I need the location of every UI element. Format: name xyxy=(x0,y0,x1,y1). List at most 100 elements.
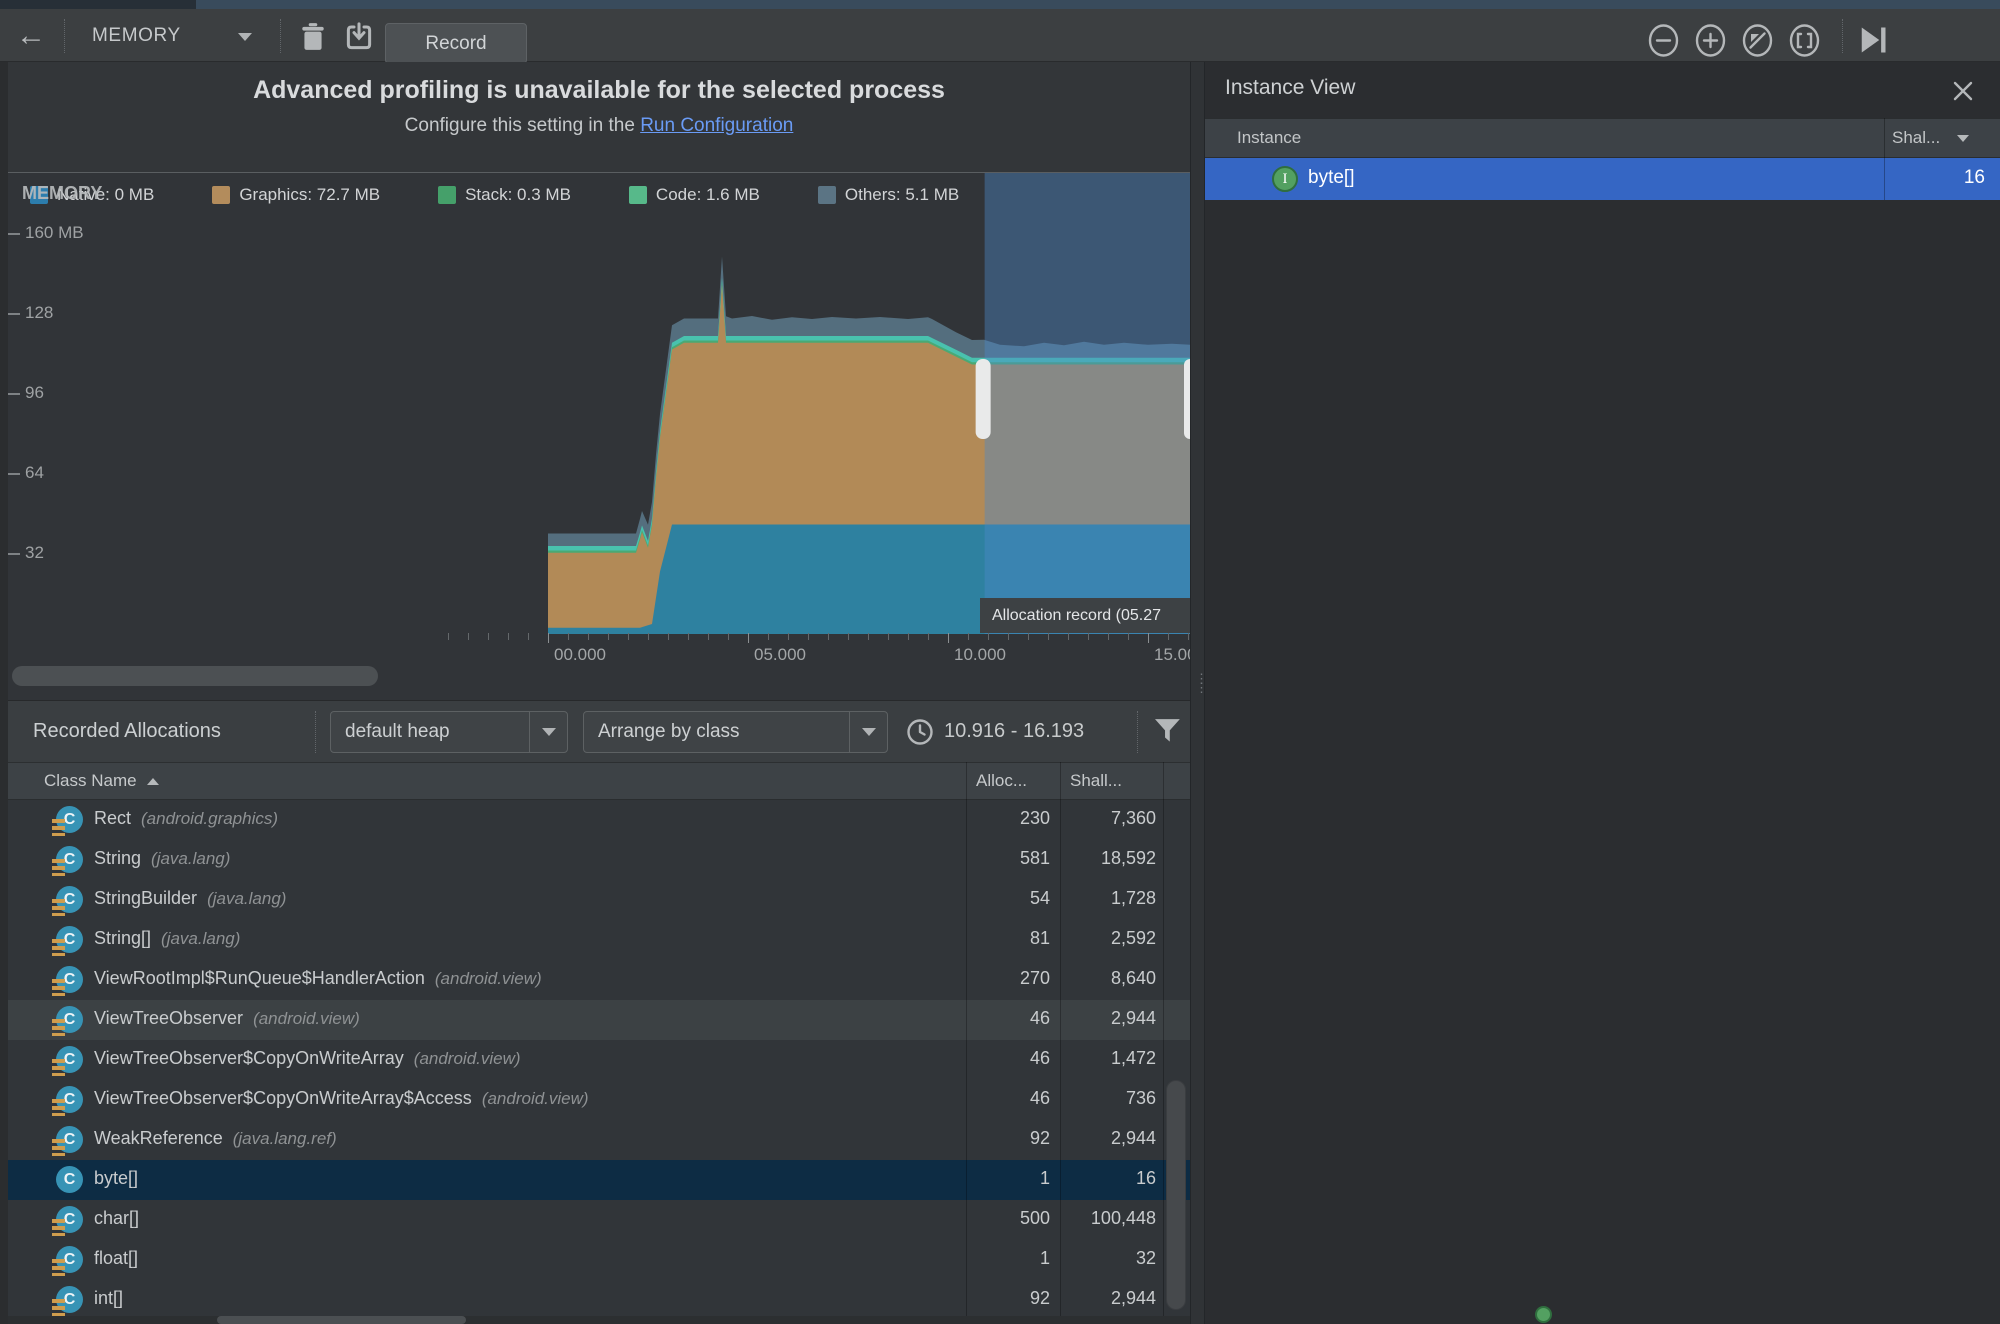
legend-item: Graphics: 72.7 MB xyxy=(212,185,380,205)
instance-view-panel: Instance View Instance Shal... I byte[] … xyxy=(1205,62,2000,1324)
recorded-allocations-title: Recorded Allocations xyxy=(33,720,221,743)
legend-label: Graphics: 72.7 MB xyxy=(239,185,380,205)
back-arrow-icon[interactable]: ← xyxy=(16,9,46,62)
table-row[interactable]: CStringBuilder(java.lang)541,728 xyxy=(8,880,1190,920)
class-icon: C xyxy=(56,926,83,953)
skip-to-end-icon[interactable] xyxy=(1858,25,1888,55)
filter-icon[interactable] xyxy=(1155,719,1181,743)
class-icon-bars xyxy=(52,939,65,956)
column-shallow[interactable]: Shall... xyxy=(1070,771,1122,791)
heap-select[interactable]: default heap xyxy=(330,711,568,753)
class-icon: C xyxy=(56,1286,83,1313)
record-button[interactable]: Record xyxy=(385,23,527,64)
class-icon-bars xyxy=(52,1259,65,1276)
zoom-out-icon[interactable] xyxy=(1647,24,1680,57)
memory-stacked-area-chart[interactable] xyxy=(8,173,1190,634)
table-vertical-scrollbar[interactable] xyxy=(1166,1080,1186,1310)
table-row[interactable]: Cint[]922,944 xyxy=(8,1280,1190,1320)
class-package: (android.view) xyxy=(482,1089,589,1108)
clock-icon xyxy=(906,718,934,746)
column-alloc[interactable]: Alloc... xyxy=(976,771,1027,791)
selection-handle-right[interactable] xyxy=(1184,359,1190,439)
table-row[interactable]: CString(java.lang)58118,592 xyxy=(8,840,1190,880)
window-top-strip xyxy=(0,0,2000,9)
panel-splitter[interactable]: ⋮⋮ xyxy=(1190,62,1205,1324)
heap-select-value: default heap xyxy=(331,721,529,743)
table-row[interactable]: Cchar[]500100,448 xyxy=(8,1200,1190,1240)
class-icon: C xyxy=(56,1046,83,1073)
arrange-select[interactable]: Arrange by class xyxy=(583,711,888,753)
zoom-in-icon[interactable] xyxy=(1694,24,1727,57)
zoom-to-selection-icon[interactable] xyxy=(1788,24,1821,57)
y-tick-label: 64 xyxy=(25,463,44,483)
class-package: (java.lang) xyxy=(161,929,240,948)
table-row[interactable]: C Rect(android.graphics) 2307,360 xyxy=(8,800,1190,840)
legend-item: Code: 1.6 MB xyxy=(629,185,760,205)
chevron-down-icon[interactable] xyxy=(238,33,252,41)
legend-item: Stack: 0.3 MB xyxy=(438,185,571,205)
selection-overlay[interactable] xyxy=(985,173,1190,634)
alloc-count: 1 xyxy=(966,1168,1050,1189)
x-tick-label: 00.000 xyxy=(554,645,606,665)
class-name: ViewTreeObserver(android.view) xyxy=(94,1008,360,1029)
close-icon[interactable] xyxy=(1952,80,1974,102)
alloc-count: 500 xyxy=(966,1208,1050,1229)
instance-view-title: Instance View xyxy=(1225,76,1355,100)
table-row[interactable]: Cfloat[]132 xyxy=(8,1240,1190,1280)
table-row[interactable]: CString[](java.lang)812,592 xyxy=(8,920,1190,960)
table-row[interactable]: Cbyte[] 116 xyxy=(8,1160,1190,1200)
legend-swatch xyxy=(629,186,647,204)
table-row[interactable]: CViewRootImpl$RunQueue$HandlerAction(and… xyxy=(8,960,1190,1000)
column-instance[interactable]: Instance xyxy=(1237,128,1301,148)
class-icon-bars xyxy=(52,1139,65,1156)
shallow-size: 32 xyxy=(1050,1248,1156,1269)
trash-icon[interactable] xyxy=(298,22,328,52)
class-name: StringBuilder(java.lang) xyxy=(94,888,286,909)
selection-handle-left[interactable] xyxy=(976,359,991,439)
shallow-size: 100,448 xyxy=(1050,1208,1156,1229)
alloc-count: 230 xyxy=(966,808,1050,829)
class-name: byte[] xyxy=(94,1168,138,1189)
instance-name: byte[] xyxy=(1308,167,1354,189)
class-icon-bars xyxy=(52,899,65,916)
column-shallow[interactable]: Shal... xyxy=(1892,128,1940,148)
y-tick-label: 160 MB xyxy=(25,223,84,243)
class-icon: C xyxy=(56,806,83,833)
shallow-size: 7,360 xyxy=(1050,808,1156,829)
table-row[interactable]: C ViewTreeObserver$CopyOnWriteArray(andro… xyxy=(8,1040,1190,1080)
scrollbar-thumb[interactable] xyxy=(217,1316,466,1324)
instance-row-selected[interactable]: I byte[] 16 xyxy=(1205,158,2000,200)
sort-ascending-icon xyxy=(147,778,159,785)
allocation-record-label: Allocation record (05.27 xyxy=(980,598,1190,633)
instance-shallow-size: 16 xyxy=(1964,167,1985,189)
legend-swatch xyxy=(818,186,836,204)
class-name: ViewTreeObserver$CopyOnWriteArray(androi… xyxy=(94,1048,521,1069)
run-configuration-link[interactable]: Run Configuration xyxy=(640,115,793,136)
export-icon[interactable] xyxy=(344,22,374,52)
toolbar-separator xyxy=(1137,711,1138,753)
shallow-size: 16 xyxy=(1050,1168,1156,1189)
alloc-count: 46 xyxy=(966,1048,1050,1069)
class-icon: C xyxy=(56,1166,83,1193)
class-icon: C xyxy=(56,1086,83,1113)
class-name: float[] xyxy=(94,1248,138,1269)
chart-horizontal-scrollbar[interactable] xyxy=(12,666,378,686)
table-row[interactable]: CWeakReference(java.lang.ref)922,944 xyxy=(8,1120,1190,1160)
session-selector[interactable]: MEMORY xyxy=(92,9,181,62)
x-tick-minor xyxy=(708,633,709,640)
alloc-count: 1 xyxy=(966,1248,1050,1269)
x-tick-label: 10.000 xyxy=(954,645,1006,665)
table-row[interactable]: CViewTreeObserver$CopyOnWriteArray$Acces… xyxy=(8,1080,1190,1120)
table-horizontal-scrollbar[interactable] xyxy=(8,1316,1190,1324)
x-tick-minor xyxy=(488,633,489,640)
reset-zoom-icon[interactable] xyxy=(1741,24,1774,57)
x-tick-minor xyxy=(888,633,889,640)
class-name: char[] xyxy=(94,1208,139,1229)
column-class-name[interactable]: Class Name xyxy=(44,771,137,790)
class-name: Rect(android.graphics) xyxy=(94,808,278,829)
class-table-header[interactable]: Class Name Alloc... Shall... xyxy=(8,762,1190,800)
table-row[interactable]: CViewTreeObserver(android.view)462,944 xyxy=(8,1000,1190,1040)
instance-table-header[interactable]: Instance Shal... xyxy=(1205,118,2000,158)
x-tick-minor xyxy=(568,633,569,640)
x-tick-minor xyxy=(448,633,449,640)
